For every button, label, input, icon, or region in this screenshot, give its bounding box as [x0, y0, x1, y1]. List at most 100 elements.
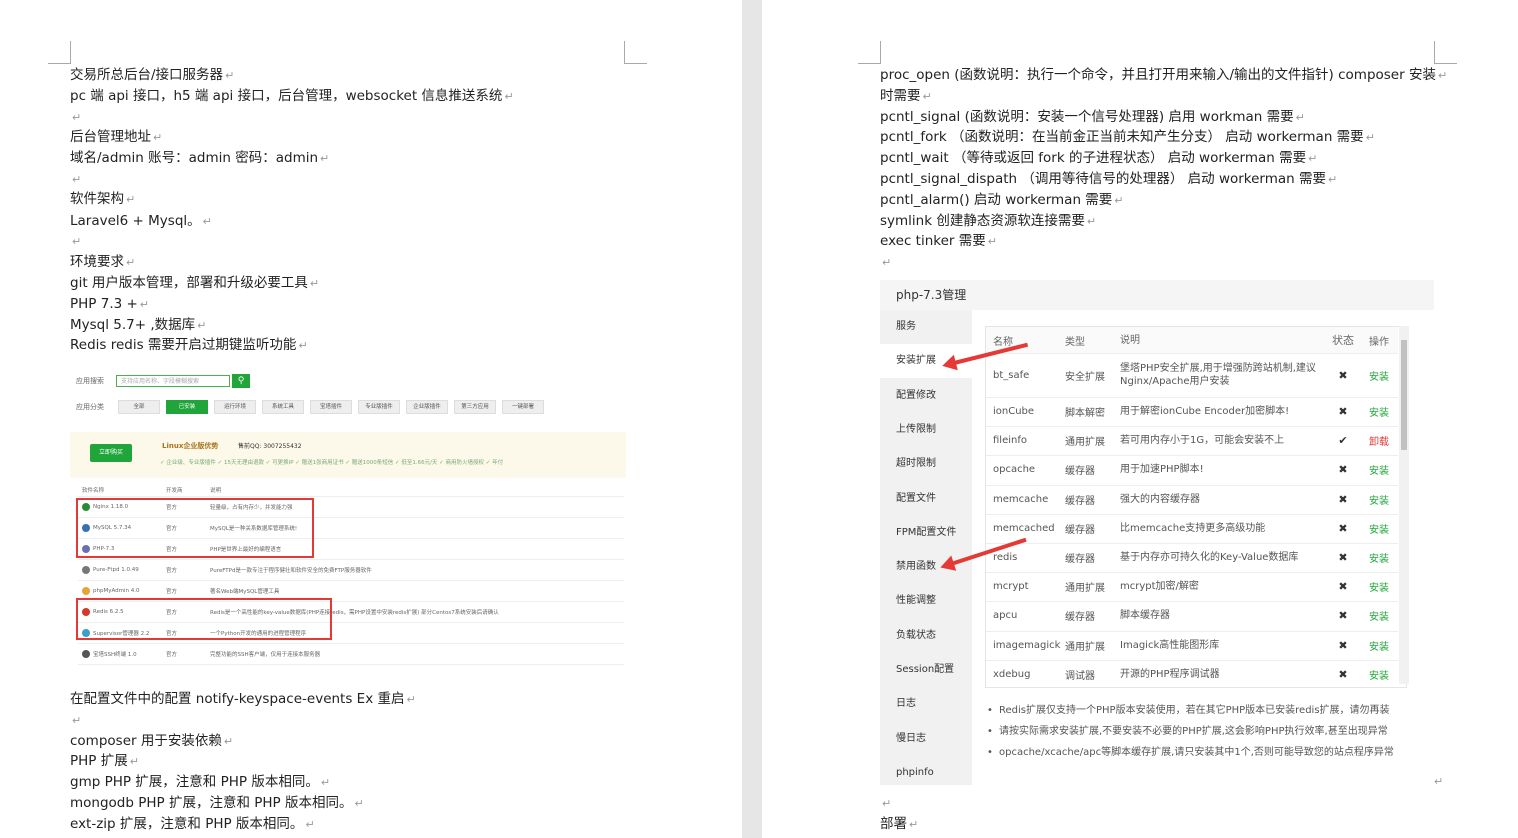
extension-op: 卸载 — [1369, 437, 1389, 449]
doc-line[interactable]: symlink 创建静态资源软连接需要 ↵ — [880, 211, 1096, 232]
php-manager-screenshot: php-7.3管理 服务 安装扩展 配置修改 上传限制 超时限制 配置文件 FPM配置文件禁… — [880, 280, 1434, 785]
extension-desc: Imagick高性能图形库 — [1120, 639, 1220, 651]
doc-line-text: PHP 7.3 + — [70, 296, 138, 312]
category-tab: 全部 — [118, 400, 160, 414]
extension-desc: 堡塔PHP安全扩展,用于增强防跨站机制,建议Nginx/Apache用户安装 — [1120, 363, 1316, 387]
banner-features: ✓ 企业级、专业版插件 ✓ 15天无理由退款 ✓ 可更换IP ✓ 赠送1张商用证… — [160, 460, 504, 466]
extension-name: ionCube — [993, 406, 1035, 418]
category-tab: 一键部署 — [502, 400, 544, 414]
doc-line[interactable]: PHP 扩展 ↵ — [70, 751, 139, 772]
margin-corner-top-right — [1434, 41, 1457, 64]
table-scrollbar — [1399, 326, 1409, 684]
doc-line[interactable]: Mysql 5.7+ ,数据库 ↵ — [70, 315, 206, 336]
category-tab: 专业版插件 — [358, 400, 400, 414]
extension-name: memcached — [993, 522, 1055, 534]
doc-line[interactable]: ↵ — [880, 793, 891, 814]
doc-line[interactable]: pcntl_signal (函数说明：安装一个信号处理器) 启用 workman… — [880, 107, 1305, 128]
doc-line[interactable]: 在配置文件中的配置 notify-keyspace-events Ex 重启 ↵ — [70, 689, 416, 710]
table-row: xdebug 调试器 开源的PHP程序调试器 ✖ 安装 — [986, 660, 1398, 687]
extension-state: ✖ — [1338, 667, 1348, 681]
paragraph-mark: ↵ — [320, 152, 330, 165]
doc-line[interactable]: pcntl_alarm() 启动 workerman 需要 ↵ — [880, 190, 1124, 211]
paragraph-mark: ↵ — [202, 215, 212, 228]
paragraph-mark: ↵ — [909, 818, 919, 831]
extension-op: 安装 — [1369, 466, 1389, 478]
note-item: Redis扩展仅支持一个PHP版本安装使用，若在其它PHP版本已安装redis扩… — [985, 700, 1425, 721]
margin-corner-top-left — [48, 41, 71, 64]
paragraph-mark: ↵ — [882, 256, 892, 269]
doc-line[interactable]: 时需要 ↵ — [880, 86, 932, 107]
table-row: redis 缓存器 基于内存亦可持久化的Key-Value数据库 ✖ 安装 — [986, 543, 1398, 574]
doc-line[interactable]: ↵ — [70, 231, 81, 252]
software-vendor: 官方 — [166, 568, 178, 574]
extension-notes: Redis扩展仅支持一个PHP版本安装使用，若在其它PHP版本已安装redis扩… — [985, 700, 1425, 763]
doc-line[interactable]: ↵ — [70, 107, 81, 128]
category-tab: 宝塔插件 — [310, 400, 352, 414]
doc-line[interactable]: mongodb PHP 扩展，注意和 PHP 版本相同。 ↵ — [70, 793, 364, 814]
table-row: fileinfo 通用扩展 若可用内存小于1G，可能会安装不上 ✔ 卸载 — [986, 426, 1398, 457]
doc-line[interactable]: ↵ — [880, 252, 891, 273]
extension-name: apcu — [993, 610, 1018, 622]
doc-line[interactable]: composer 用于安装依赖 ↵ — [70, 731, 233, 752]
margin-corner-top-left — [858, 41, 881, 64]
doc-line[interactable]: ext-zip 扩展，注意和 PHP 版本相同。 ↵ — [70, 814, 315, 835]
extension-desc: 脚本缓存器 — [1120, 610, 1170, 622]
doc-line[interactable]: 部署 ↵ — [880, 814, 918, 835]
doc-line[interactable]: Redis redis 需要开启过期键监听功能 ↵ — [70, 335, 308, 356]
doc-line[interactable]: ↵ — [70, 710, 81, 731]
page-gap — [742, 0, 762, 838]
doc-line-text: exec tinker 需要 — [880, 233, 986, 249]
doc-line[interactable]: 软件架构 ↵ — [70, 189, 135, 210]
extension-type: 通用扩展 — [1065, 437, 1105, 449]
extension-op: 安装 — [1369, 408, 1389, 420]
app-store-screenshot: 应用搜索 支持应用名称、字段模糊搜索 ⚲ 应用分类 全部 已安装 运行环境 系统工具宝… — [70, 368, 626, 665]
doc-line-text: pcntl_fork （函数说明：在当前金正当前未知产生分支） 启动 worke… — [880, 129, 1364, 145]
paragraph-mark: ↵ — [153, 131, 163, 144]
extension-type: 通用扩展 — [1065, 641, 1105, 653]
software-icon — [82, 587, 90, 595]
paragraph-mark: ↵ — [72, 173, 82, 186]
extension-desc: 用于解密ionCube Encoder加密脚本! — [1120, 406, 1290, 418]
doc-line[interactable]: pcntl_fork （函数说明：在当前金正当前未知产生分支） 启动 worke… — [880, 127, 1375, 148]
category-tab: 系统工具 — [262, 400, 304, 414]
doc-line[interactable]: gmp PHP 扩展，注意和 PHP 版本相同。 ↵ — [70, 772, 330, 793]
doc-line[interactable]: ↵ — [70, 169, 81, 190]
extension-type: 调试器 — [1065, 670, 1095, 682]
paragraph-mark: ↵ — [320, 776, 331, 789]
doc-line[interactable]: pcntl_signal_dispath （调用等待信号的处理器） 启动 wor… — [880, 169, 1337, 190]
doc-line-text: pcntl_wait （等待或返回 fork 的子进程状态） 启动 worker… — [880, 150, 1307, 166]
extension-name: redis — [993, 552, 1018, 564]
extension-op: 安装 — [1369, 495, 1389, 507]
doc-line[interactable]: 环境要求 ↵ — [70, 252, 135, 273]
extension-name: fileinfo — [993, 435, 1027, 447]
php-manager-title: php-7.3管理 — [880, 280, 1434, 310]
doc-line-text: Redis redis 需要开启过期键监听功能 — [70, 337, 297, 353]
table-header-cell: 操作 — [1369, 336, 1389, 348]
doc-line-text: pc 端 api 接口，h5 端 api 接口，后台管理，websocket 信… — [70, 88, 503, 104]
paragraph-mark: ↵ — [882, 797, 892, 810]
doc-line-text: 在配置文件中的配置 notify-keyspace-events Ex 重启 — [70, 691, 405, 707]
doc-line[interactable]: exec tinker 需要 ↵ — [880, 231, 997, 252]
extension-desc: 开源的PHP程序调试器 — [1120, 668, 1220, 680]
doc-line[interactable]: 交易所总后台/接口服务器 ↵ — [70, 65, 234, 86]
doc-line[interactable]: proc_open (函数说明：执行一个命令，并且打开用来输入/输出的文件指针)… — [880, 65, 1447, 86]
doc-line[interactable]: 域名/admin 账号：admin 密码：admin ↵ — [70, 148, 329, 169]
extension-desc: 用于加速PHP脚本! — [1120, 464, 1204, 476]
table-row: 宝塔SSH终端 1.0 官方 完整功能的SSH客户端，仅用于连接本服务器 — [78, 644, 624, 665]
doc-line-text: 域名/admin 账号：admin 密码：admin — [70, 150, 319, 166]
extension-state: ✖ — [1338, 638, 1348, 652]
paragraph-mark: ↵ — [72, 235, 82, 248]
search-label: 应用搜索 — [76, 377, 104, 385]
doc-line[interactable]: Laravel6 + Mysql。 ↵ — [70, 211, 212, 232]
doc-line[interactable]: PHP 7.3 + ↵ — [70, 294, 149, 315]
doc-line[interactable]: 后台管理地址 ↵ — [70, 127, 162, 148]
sidebar-item: 配置文件 — [896, 492, 936, 504]
doc-line[interactable]: git 用户版本管理，部署和升级必要工具 ↵ — [70, 273, 319, 294]
paragraph-mark: ↵ — [126, 193, 136, 206]
paragraph-mark: ↵ — [129, 755, 139, 768]
sidebar-item: 超时限制 — [896, 458, 936, 470]
doc-line-text: 交易所总后台/接口服务器 — [70, 67, 224, 83]
extension-state: ✖ — [1338, 551, 1348, 565]
doc-line[interactable]: pc 端 api 接口，h5 端 api 接口，后台管理，websocket 信… — [70, 86, 514, 107]
doc-line[interactable]: pcntl_wait （等待或返回 fork 的子进程状态） 启动 worker… — [880, 148, 1317, 169]
